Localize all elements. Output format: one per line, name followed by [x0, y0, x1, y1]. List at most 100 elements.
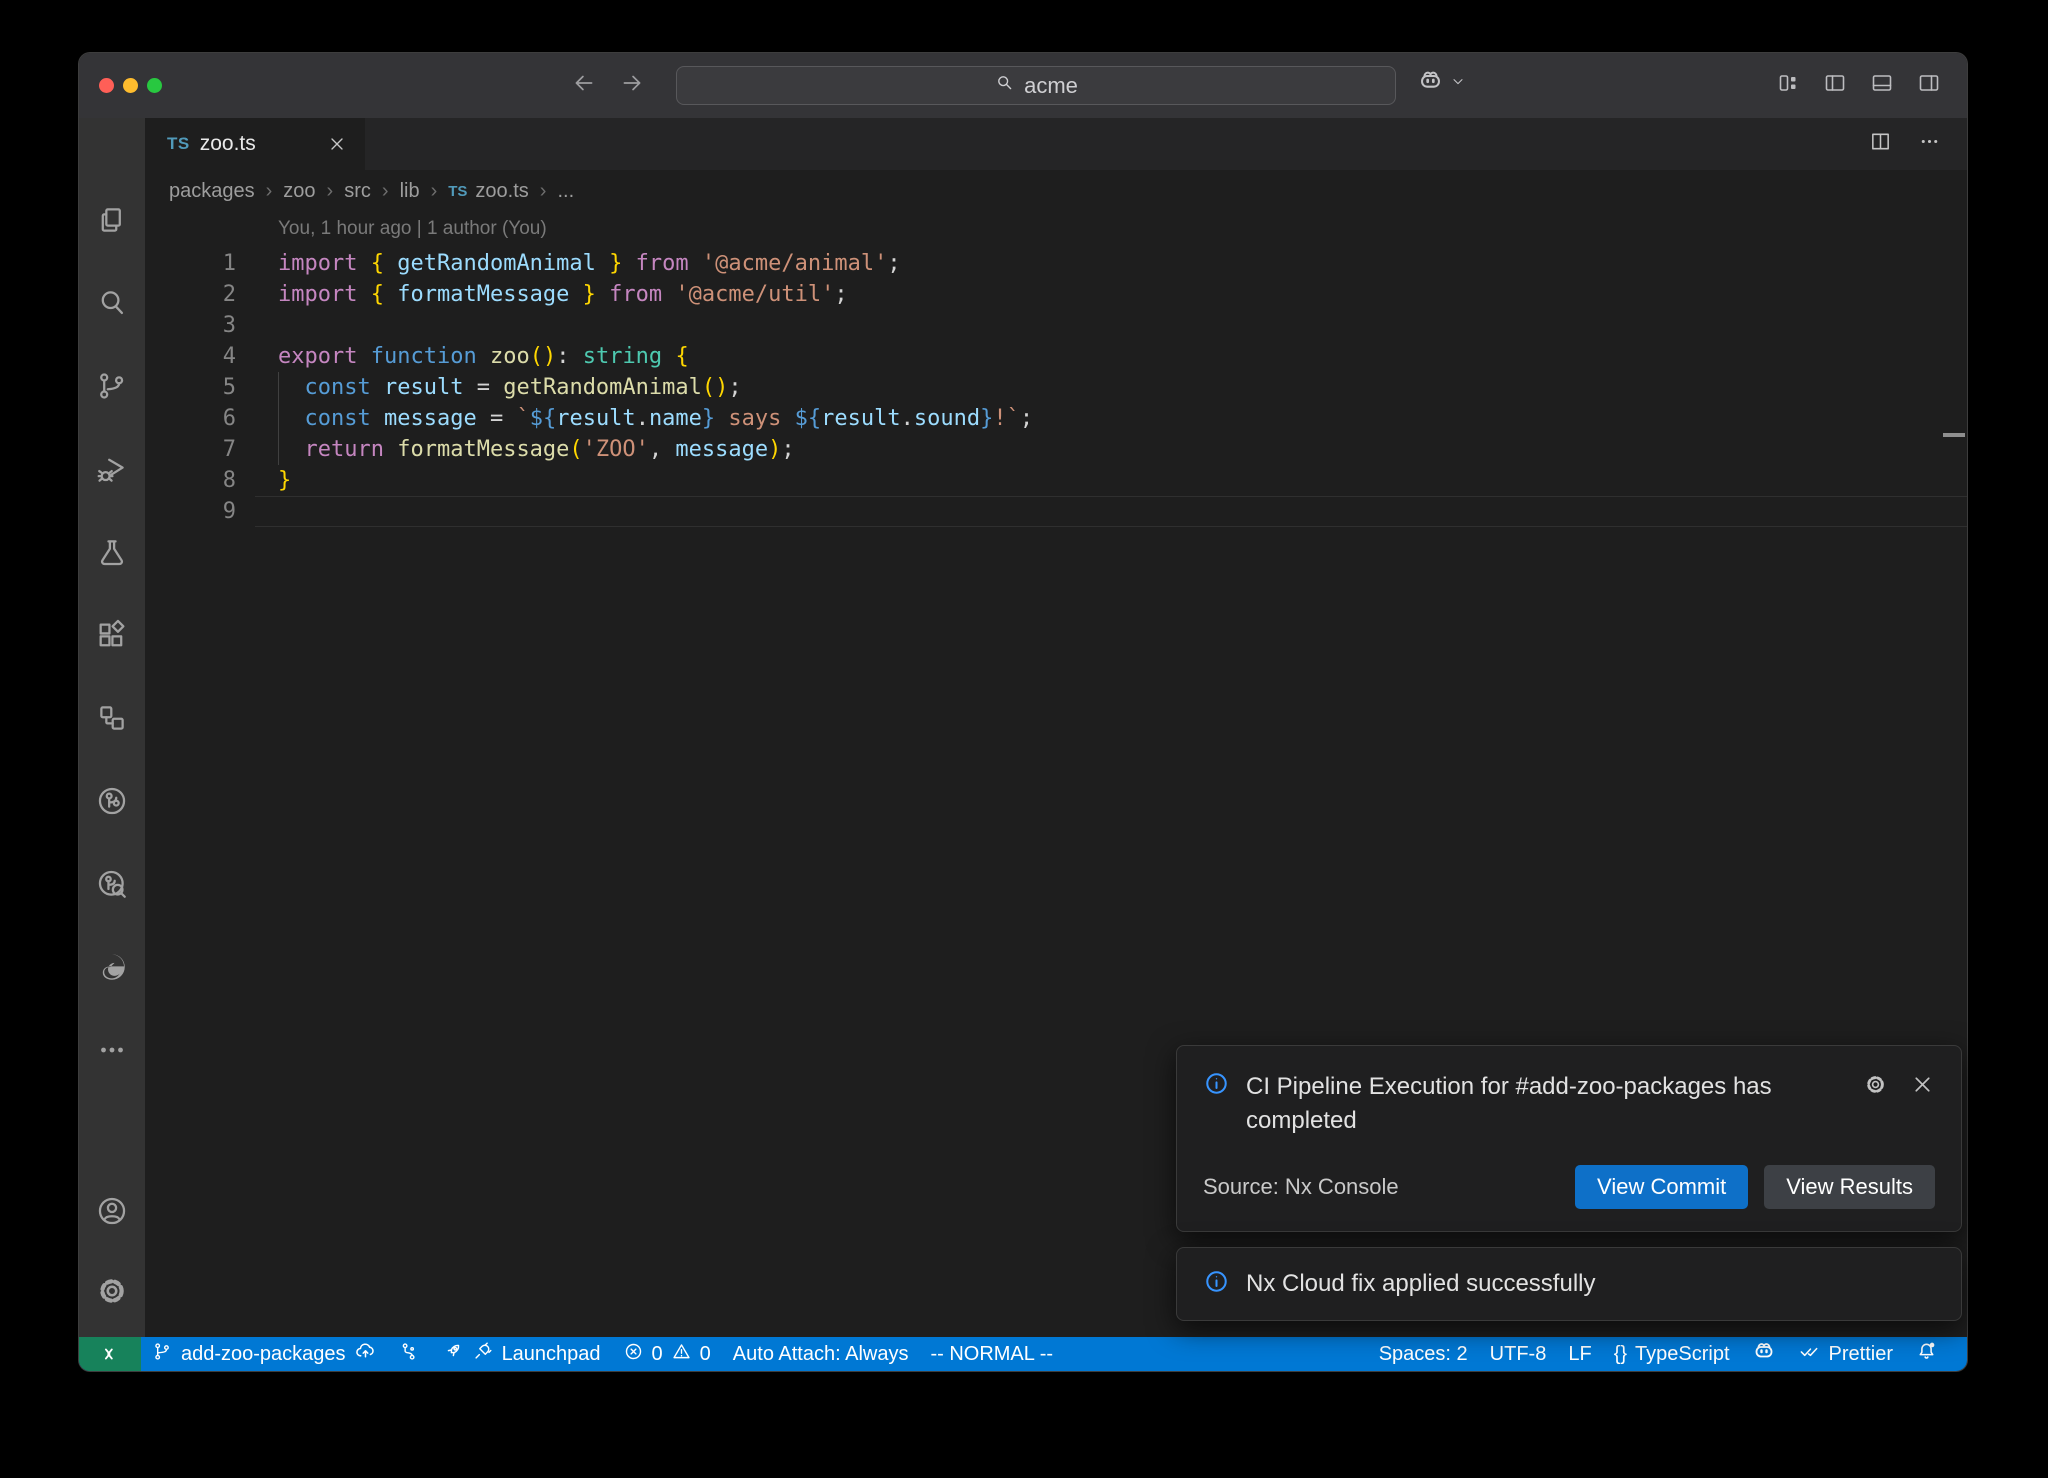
desktop: acme: [0, 0, 2048, 1478]
bell-icon: [1915, 1340, 1938, 1369]
plug-icon: [472, 1340, 494, 1368]
chevron-down-icon[interactable]: [1450, 73, 1466, 94]
errors-icon: [623, 1341, 644, 1368]
copilot-icon: [1752, 1339, 1776, 1369]
encoding-item[interactable]: UTF-8: [1479, 1337, 1558, 1371]
line-number: 1: [145, 251, 236, 276]
extensions-icon[interactable]: [88, 611, 136, 659]
line-number: 2: [145, 282, 236, 307]
code-text: const result = getRandomAnimal();: [278, 372, 742, 403]
copilot-icon[interactable]: [1417, 67, 1444, 99]
minimize-window-button[interactable]: [123, 78, 138, 93]
customize-layout-icon[interactable]: [1776, 71, 1800, 100]
accounts-icon[interactable]: [88, 1187, 136, 1235]
breadcrumb-trailing[interactable]: ...: [557, 180, 574, 203]
gitlens-icon[interactable]: [88, 777, 136, 825]
breadcrumb-item-file[interactable]: zoo.ts: [475, 180, 528, 203]
rocket-icon: [442, 1340, 464, 1368]
git-branch-icon: [152, 1341, 173, 1368]
close-tab-icon[interactable]: [327, 134, 347, 154]
braces-icon: {}: [1614, 1343, 1627, 1366]
code-text: import { formatMessage } from '@acme/uti…: [278, 279, 848, 310]
toggle-secondary-sidebar-icon[interactable]: [1917, 71, 1941, 100]
notification-close-icon[interactable]: [1910, 1072, 1935, 1102]
breadcrumb-item-src[interactable]: src: [344, 180, 371, 203]
breadcrumb-separator: ›: [266, 180, 273, 203]
vim-mode-item[interactable]: -- NORMAL --: [919, 1337, 1064, 1371]
code-line-4: 4 export function zoo(): string {: [145, 341, 1967, 372]
git-blame-annotation: You, 1 hour ago | 1 author (You): [278, 218, 547, 240]
remote-indicator[interactable]: [79, 1337, 141, 1371]
edge-devtools-icon[interactable]: [88, 943, 136, 991]
code-line-6: 6 const message = `${result.name} says $…: [145, 403, 1967, 434]
line-number: 3: [145, 313, 236, 338]
more-actions-icon[interactable]: [1918, 130, 1941, 158]
eol-item[interactable]: LF: [1557, 1337, 1602, 1371]
gitlens-inspect-icon[interactable]: [88, 860, 136, 908]
git-branch-item[interactable]: add-zoo-packages: [141, 1337, 388, 1371]
zoom-window-button[interactable]: [147, 78, 162, 93]
notification-nx-cloud-fix: Nx Cloud fix applied successfully: [1176, 1247, 1962, 1321]
view-results-button[interactable]: View Results: [1764, 1165, 1935, 1209]
toggle-panel-icon[interactable]: [1870, 71, 1894, 100]
additional-views-icon[interactable]: [88, 1026, 136, 1074]
code-text: return formatMessage('ZOO', message);: [278, 434, 795, 465]
notification-settings-gear-icon[interactable]: [1863, 1072, 1888, 1102]
warnings-icon: [671, 1341, 692, 1368]
line-number: 4: [145, 344, 236, 369]
language-item[interactable]: {} TypeScript: [1603, 1337, 1741, 1371]
command-center-search[interactable]: acme: [676, 66, 1396, 105]
breadcrumb-separator: ›: [327, 180, 334, 203]
launchpad-item[interactable]: Launchpad: [431, 1337, 612, 1371]
references-icon[interactable]: [88, 694, 136, 742]
breadcrumb-separator: ›: [382, 180, 389, 203]
tab-label: zoo.ts: [200, 132, 256, 156]
settings-gear-icon[interactable]: [88, 1267, 136, 1315]
source-control-icon[interactable]: [88, 362, 136, 410]
notification-ci-pipeline: CI Pipeline Execution for #add-zoo-packa…: [1176, 1045, 1962, 1232]
double-check-icon: [1798, 1340, 1821, 1369]
breadcrumb-item-lib[interactable]: lib: [400, 180, 420, 203]
split-editor-icon[interactable]: [1869, 130, 1892, 158]
launchpad-label: Launchpad: [502, 1343, 601, 1366]
copilot-status-item[interactable]: [1741, 1337, 1787, 1371]
typescript-file-icon: TS: [167, 134, 190, 154]
activity-bar: [79, 118, 145, 1337]
back-arrow-icon[interactable]: [571, 70, 597, 101]
notification-message: Nx Cloud fix applied successfully: [1246, 1270, 1596, 1298]
code-line-1: 1import { getRandomAnimal } from '@acme/…: [145, 248, 1967, 279]
code-line-8: 8}: [145, 465, 1967, 496]
window-controls: [99, 78, 162, 93]
testing-icon[interactable]: [88, 528, 136, 576]
notification-message: CI Pipeline Execution for #add-zoo-packa…: [1246, 1070, 1846, 1138]
indentation-item[interactable]: Spaces: 2: [1368, 1337, 1479, 1371]
run-and-debug-icon[interactable]: [88, 445, 136, 493]
formatter-item[interactable]: Prettier: [1787, 1337, 1904, 1371]
problems-item[interactable]: 0 0: [612, 1337, 722, 1371]
search-value: acme: [1024, 73, 1078, 99]
breadcrumb-item-packages[interactable]: packages: [169, 180, 255, 203]
toggle-primary-sidebar-icon[interactable]: [1823, 71, 1847, 100]
auto-attach-item[interactable]: Auto Attach: Always: [722, 1337, 920, 1371]
code-line-9: 9: [145, 496, 1967, 527]
commit-graph-item[interactable]: [388, 1337, 431, 1371]
cloud-upload-icon: [354, 1340, 377, 1369]
code-text: export function zoo(): string {: [278, 341, 689, 372]
tab-zoo-ts[interactable]: TS zoo.ts: [145, 118, 365, 170]
forward-arrow-icon[interactable]: [619, 70, 645, 101]
code-text: const message = `${result.name} says ${r…: [278, 403, 1033, 434]
explorer-icon[interactable]: [88, 196, 136, 244]
notification-source: Source: Nx Console: [1203, 1174, 1399, 1200]
code-line-5: 5 const result = getRandomAnimal();: [145, 372, 1967, 403]
search-icon[interactable]: [88, 279, 136, 327]
line-number: 6: [145, 406, 236, 431]
tab-bar: TS zoo.ts: [145, 118, 1967, 170]
view-commit-button[interactable]: View Commit: [1575, 1165, 1748, 1209]
overview-ruler-cursor-mark: [1943, 433, 1965, 437]
code-line-7: 7 return formatMessage('ZOO', message);: [145, 434, 1967, 465]
close-window-button[interactable]: [99, 78, 114, 93]
notifications-bell-item[interactable]: [1904, 1337, 1949, 1371]
info-icon: [1203, 1070, 1230, 1102]
breadcrumb-item-zoo[interactable]: zoo: [283, 180, 315, 203]
code-text: }: [278, 465, 291, 496]
